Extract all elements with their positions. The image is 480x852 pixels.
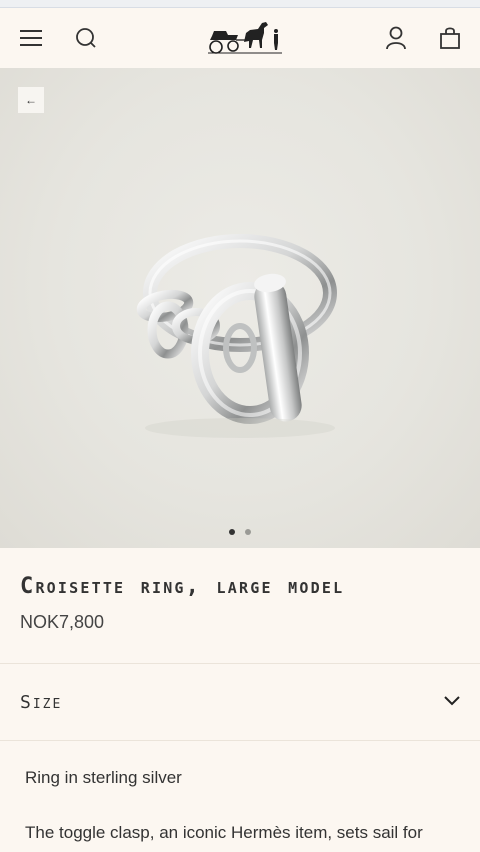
carousel-pagination: [0, 529, 480, 535]
search-icon[interactable]: [72, 24, 100, 52]
hermes-carriage-logo[interactable]: [206, 18, 284, 56]
description-line: The toggle clasp, an iconic Hermès item,…: [25, 823, 423, 842]
carousel-dot[interactable]: [245, 529, 251, 535]
shopping-bag-icon[interactable]: [436, 24, 464, 52]
site-header: [0, 8, 480, 68]
divider: [0, 740, 480, 741]
user-icon[interactable]: [382, 24, 410, 52]
product-title: Croisette ring, large model: [20, 574, 345, 599]
size-selector[interactable]: Size: [0, 664, 480, 740]
hamburger-menu-icon[interactable]: [17, 24, 45, 52]
size-label: Size: [20, 692, 63, 713]
chevron-down-icon: [444, 696, 460, 706]
back-arrow-icon[interactable]: ←: [18, 87, 44, 113]
browser-top-strip: [0, 0, 480, 8]
description-line: Ring in sterling silver: [25, 768, 182, 787]
product-ring-image: [136, 234, 337, 438]
back-arrow-glyph: ←: [25, 93, 37, 107]
carousel-dot-active[interactable]: [229, 529, 235, 535]
product-image-gallery[interactable]: ←: [0, 68, 480, 548]
product-price: NOK7,800: [20, 612, 105, 632]
